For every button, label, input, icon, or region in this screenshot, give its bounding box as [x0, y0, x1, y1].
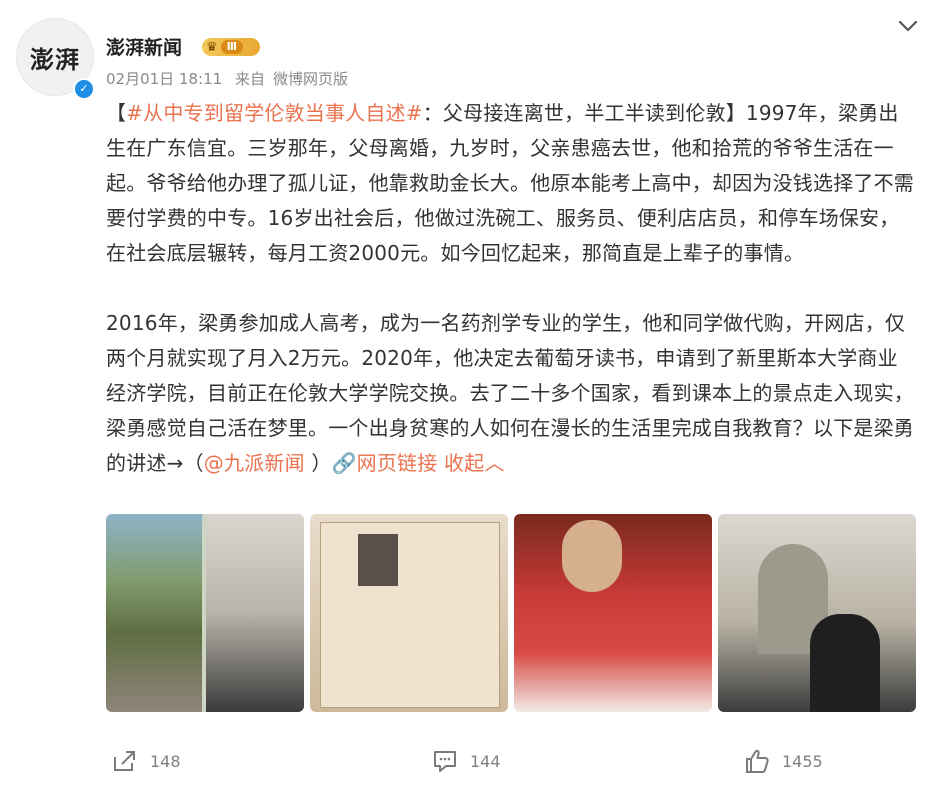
crown-icon: ♛: [206, 39, 218, 55]
photo-3[interactable]: [514, 514, 712, 712]
like-button[interactable]: 1455: [744, 748, 823, 774]
post-meta: 02月01日 18:11 来自 微博网页版: [106, 68, 356, 89]
post-paragraph-2: 2016年，梁勇参加成人高考，成为一名药剂学专业的学生，他和同学做代购，开网店，…: [106, 311, 914, 475]
web-link[interactable]: 网页链接: [357, 451, 438, 475]
photo-1-right: [206, 514, 304, 712]
level-badge[interactable]: ♛ Ⅲ: [202, 38, 260, 56]
photo-grid: [106, 514, 916, 712]
post-source: 微博网页版: [272, 70, 348, 88]
repost-count: 148: [150, 751, 181, 771]
comment-icon: [434, 751, 456, 772]
level-label: Ⅲ: [220, 40, 244, 54]
like-count: 1455: [782, 751, 823, 771]
comment-button[interactable]: 144: [432, 748, 501, 774]
chevron-up-icon: ︿: [484, 451, 505, 475]
post-paragraph-1: 【#从中专到留学伦敦当事人自述#：父母接连离世，半工半读到伦敦】1997年，梁勇…: [106, 101, 914, 265]
photo-1-left: [106, 514, 202, 712]
author-name[interactable]: 澎湃新闻: [106, 33, 182, 60]
photo-4-person: [810, 614, 880, 712]
thumbs-up-icon: [746, 749, 769, 773]
photo-4[interactable]: [718, 514, 916, 712]
photo-3-face: [562, 520, 622, 592]
repost-icon: [114, 751, 135, 771]
verified-icon: ✓: [73, 78, 95, 100]
comment-count: 144: [470, 751, 501, 771]
repost-button[interactable]: 148: [112, 748, 181, 774]
action-bar: 148 144 1455: [0, 742, 948, 782]
collapse-button[interactable]: 收起︿: [444, 451, 505, 475]
photo-1[interactable]: [106, 514, 304, 712]
mention-link[interactable]: @九派新闻: [204, 451, 305, 475]
avatar-text: 澎湃: [30, 44, 80, 74]
post-date[interactable]: 02月01日 18:11: [106, 70, 222, 88]
photo-2-portrait: [358, 534, 398, 586]
photo-2-document: [320, 522, 500, 708]
link-icon: 🔗: [331, 451, 357, 475]
hashtag-link[interactable]: #从中专到留学伦敦当事人自述#: [126, 101, 423, 125]
source-prefix: 来自: [234, 70, 265, 88]
post-body: 【#从中专到留学伦敦当事人自述#：父母接连离世，半工半读到伦敦】1997年，梁勇…: [106, 96, 918, 481]
chevron-down-icon[interactable]: [896, 14, 920, 38]
photo-2[interactable]: [310, 514, 508, 712]
